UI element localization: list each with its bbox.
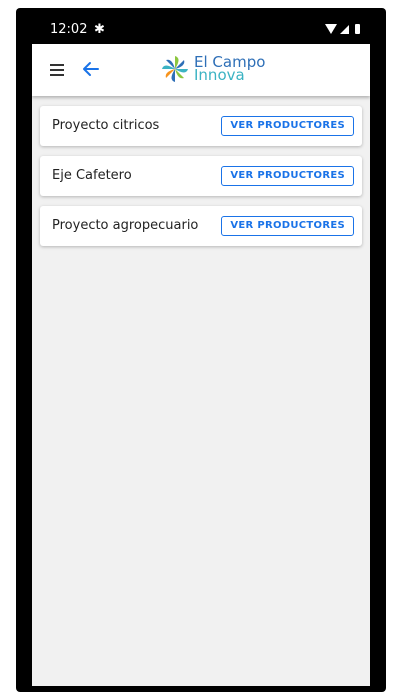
project-card: Proyecto citricos VER PRODUCTORES bbox=[40, 106, 362, 146]
app-bar: El Campo Innova bbox=[32, 44, 370, 96]
app-screen: 12:02 ✱ El Campo Innova Proyecto citrico… bbox=[32, 16, 370, 688]
el-campo-innova-logo: El Campo Innova bbox=[160, 54, 265, 84]
signal-icon bbox=[340, 24, 349, 34]
pinwheel-logo-icon bbox=[162, 56, 188, 82]
screen-bottom-edge bbox=[32, 686, 370, 688]
project-name: Proyecto agropecuario bbox=[52, 218, 199, 233]
project-card: Eje Cafetero VER PRODUCTORES bbox=[40, 156, 362, 196]
gear-icon: ✱ bbox=[94, 21, 105, 36]
logo-text: El Campo Innova bbox=[194, 55, 265, 83]
battery-icon bbox=[355, 24, 360, 34]
project-name: Eje Cafetero bbox=[52, 168, 132, 183]
project-card: Proyecto agropecuario VER PRODUCTORES bbox=[40, 206, 362, 246]
ver-productores-button[interactable]: VER PRODUCTORES bbox=[221, 216, 354, 236]
hamburger-menu-icon[interactable] bbox=[50, 64, 64, 76]
logo-underline bbox=[156, 94, 286, 96]
wifi-icon bbox=[325, 24, 337, 34]
status-bar: 12:02 ✱ bbox=[32, 16, 370, 44]
project-list: Proyecto citricos VER PRODUCTORES Eje Ca… bbox=[40, 106, 362, 256]
ver-productores-button[interactable]: VER PRODUCTORES bbox=[221, 116, 354, 136]
ver-productores-button[interactable]: VER PRODUCTORES bbox=[221, 166, 354, 186]
status-icons bbox=[325, 24, 360, 34]
project-name: Proyecto citricos bbox=[52, 118, 160, 133]
status-time: 12:02 bbox=[50, 22, 88, 37]
arrow-left-icon[interactable] bbox=[80, 58, 102, 80]
